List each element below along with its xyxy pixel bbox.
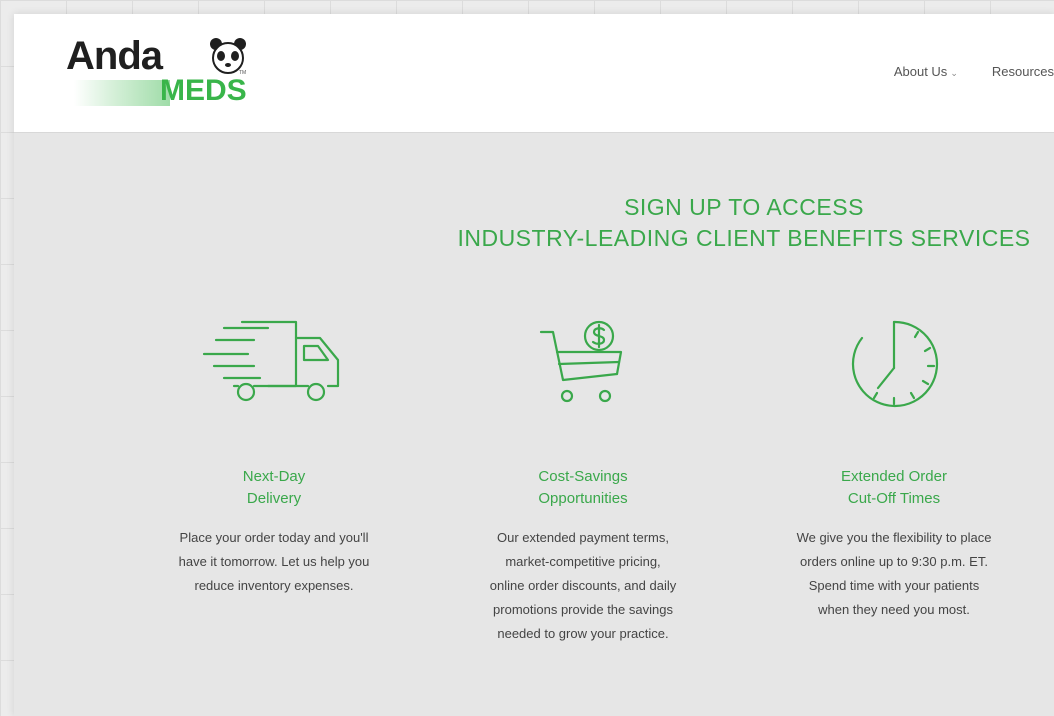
anda-meds-logo[interactable]: Anda MEDS TM bbox=[66, 34, 266, 114]
clock-icon bbox=[851, 320, 939, 408]
feature-cost-savings: Cost-Savings Opportunities Our extended … bbox=[433, 314, 733, 664]
feature-title-line-2: Delivery bbox=[246, 490, 302, 507]
headline-line-2: INDUSTRY-LEADING CLIENT BENEFITS SERVICE… bbox=[457, 225, 1031, 251]
feature-description: We give you the flexibility to place ord… bbox=[744, 526, 1044, 622]
feature-title-line-1: Cost-Savings bbox=[538, 468, 628, 485]
feature-desc-line: when they need you most. bbox=[818, 602, 970, 617]
feature-desc-line: reduce inventory expenses. bbox=[194, 578, 354, 593]
feature-desc-line: online order discounts, and daily bbox=[489, 578, 677, 593]
logo-wordmark-anda: Anda bbox=[66, 34, 163, 78]
feature-extended-cutoff: Extended Order Cut-Off Times We give you… bbox=[744, 314, 1044, 634]
feature-desc-line: Place your order today and you'll bbox=[179, 530, 369, 545]
feature-desc-line: orders online up to 9:30 p.m. ET. bbox=[800, 554, 988, 569]
logo-wordmark-meds: MEDS bbox=[160, 74, 247, 107]
site-header: Anda MEDS TM About Us ⌄ Resources bbox=[14, 14, 1054, 133]
panda-icon: TM bbox=[210, 38, 246, 76]
feature-description: Place your order today and you'll have i… bbox=[124, 526, 424, 598]
cart-dollar-icon bbox=[539, 320, 623, 403]
feature-desc-line: Our extended payment terms, bbox=[497, 530, 669, 545]
feature-desc-line: Spend time with your patients bbox=[808, 578, 980, 593]
feature-next-day-delivery: Next-Day Delivery Place your order today… bbox=[124, 314, 424, 614]
chevron-down-icon: ⌄ bbox=[950, 68, 958, 78]
feature-desc-line: have it tomorrow. Let us help you bbox=[178, 554, 370, 569]
svg-text:TM: TM bbox=[239, 70, 246, 76]
feature-title-line-1: Extended Order bbox=[841, 468, 947, 485]
feature-desc-line: promotions provide the savings bbox=[493, 602, 673, 617]
page-headline: SIGN UP TO ACCESS INDUSTRY-LEADING CLIEN… bbox=[434, 192, 1054, 254]
feature-title: Extended Order Cut-Off Times bbox=[744, 466, 1044, 510]
delivery-truck-icon bbox=[202, 320, 340, 402]
feature-description: Our extended payment terms, market-compe… bbox=[433, 526, 733, 646]
headline-line-1: SIGN UP TO ACCESS bbox=[624, 194, 864, 220]
feature-desc-line: needed to grow your practice. bbox=[497, 626, 669, 641]
feature-desc-line: market-competitive pricing, bbox=[505, 554, 661, 569]
nav-resources-label: Resources bbox=[991, 64, 1054, 79]
feature-title-line-2: Opportunities bbox=[538, 490, 628, 507]
feature-title-line-2: Cut-Off Times bbox=[847, 490, 941, 507]
nav-resources[interactable]: Resources bbox=[992, 64, 1054, 79]
feature-title: Next-Day Delivery bbox=[124, 466, 424, 510]
main-nav: About Us ⌄ Resources bbox=[894, 64, 1054, 79]
nav-about-us-label: About Us bbox=[893, 64, 948, 79]
feature-title-line-1: Next-Day bbox=[242, 468, 306, 485]
feature-desc-line: We give you the flexibility to place bbox=[796, 530, 992, 545]
logo-swoosh bbox=[74, 80, 170, 106]
nav-about-us[interactable]: About Us ⌄ bbox=[894, 64, 958, 79]
page-frame: Anda MEDS TM About Us ⌄ Resources SIGN UP… bbox=[14, 14, 1054, 716]
feature-title: Cost-Savings Opportunities bbox=[433, 466, 733, 510]
